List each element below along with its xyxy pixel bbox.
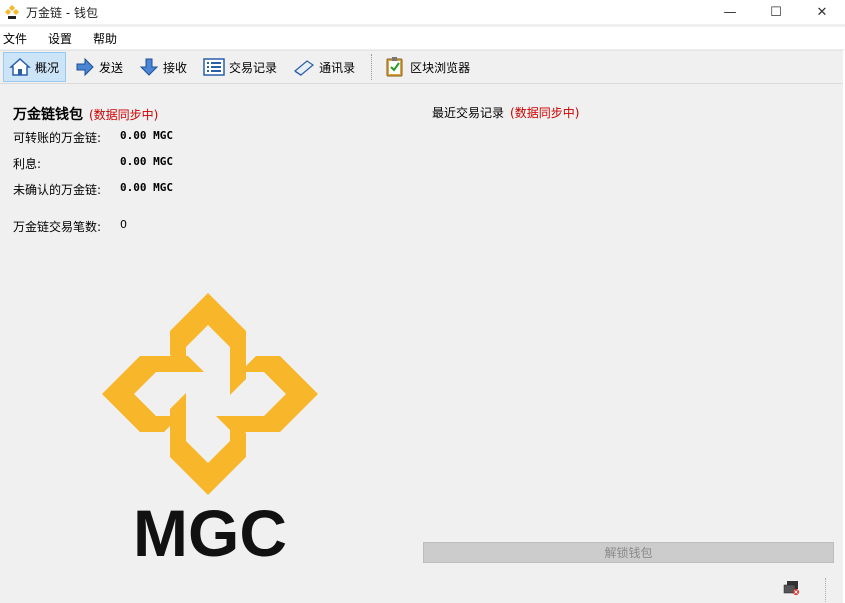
transferable-row: 可转账的万金链: 0.00 MGC bbox=[13, 129, 173, 146]
unconfirmed-row: 未确认的万金链: 0.00 MGC bbox=[13, 181, 173, 198]
tab-block-explorer[interactable]: 区块浏览器 bbox=[378, 52, 477, 82]
tab-address-book-label: 通讯录 bbox=[319, 60, 356, 75]
interest-label: 利息: bbox=[13, 157, 42, 171]
menu-settings[interactable]: 设置 bbox=[45, 30, 80, 47]
tx-count-label: 万金链交易笔数: bbox=[13, 220, 102, 234]
tab-overview-label: 概况 bbox=[35, 60, 60, 75]
unlock-wallet-button[interactable]: 解锁钱包 bbox=[423, 542, 834, 563]
minimize-icon: — bbox=[723, 4, 737, 20]
clipboard-icon bbox=[386, 57, 403, 77]
tab-overview[interactable]: 概况 bbox=[3, 52, 67, 82]
tab-block-explorer-label: 区块浏览器 bbox=[410, 60, 471, 75]
recent-sync-status: (数据同步中) bbox=[510, 106, 580, 120]
wallet-title: 万金链钱包 bbox=[13, 107, 83, 123]
wallet-overview-panel: 万金链钱包 (数据同步中) 可转账的万金链: 0.00 MGC 利息: 0.00… bbox=[13, 104, 413, 234]
recent-title: 最近交易记录 bbox=[432, 106, 505, 120]
list-icon bbox=[203, 58, 225, 76]
menu-bar: 文件 设置 帮助 bbox=[0, 27, 845, 49]
title-bar: 万金链 - 钱包 — ☐ ✕ bbox=[0, 0, 845, 24]
network-disconnected-icon[interactable] bbox=[783, 580, 801, 596]
tab-address-book[interactable]: 通讯录 bbox=[287, 52, 362, 82]
unconfirmed-value: 0.00 MGC bbox=[120, 181, 173, 194]
status-separator bbox=[825, 578, 826, 602]
home-icon bbox=[9, 57, 31, 76]
wallet-heading: 万金链钱包 (数据同步中) bbox=[13, 104, 413, 124]
interest-value: 0.00 MGC bbox=[120, 155, 173, 168]
maximize-button[interactable]: ☐ bbox=[753, 0, 799, 24]
tab-receive[interactable]: 接收 bbox=[133, 52, 194, 82]
mgc-emblem: MGC bbox=[102, 293, 318, 570]
tab-transactions[interactable]: 交易记录 bbox=[197, 52, 284, 82]
app-logo-icon bbox=[5, 5, 19, 19]
recent-heading: 最近交易记录 (数据同步中) bbox=[432, 104, 579, 121]
tab-transactions-label: 交易记录 bbox=[229, 60, 278, 75]
transferable-label: 可转账的万金链: bbox=[13, 131, 102, 145]
mgc-logo: MGC bbox=[100, 291, 322, 570]
toolbar: 概况 发送 接收 交易记录 通讯录 区块浏览器 bbox=[0, 50, 845, 84]
address-book-icon bbox=[294, 60, 315, 76]
arrow-right-icon bbox=[76, 57, 94, 77]
tab-send[interactable]: 发送 bbox=[69, 52, 130, 82]
tab-receive-label: 接收 bbox=[163, 60, 188, 75]
menu-file[interactable]: 文件 bbox=[0, 30, 35, 47]
arrow-down-icon bbox=[139, 58, 159, 76]
window-title: 万金链 - 钱包 bbox=[26, 5, 98, 20]
wallet-sync-status: (数据同步中) bbox=[89, 108, 159, 122]
recent-transactions-panel: 最近交易记录 (数据同步中) bbox=[432, 104, 579, 121]
tx-count-value: 0 bbox=[120, 218, 127, 231]
close-button[interactable]: ✕ bbox=[799, 0, 845, 24]
unconfirmed-label: 未确认的万金链: bbox=[13, 183, 102, 197]
maximize-icon: ☐ bbox=[770, 4, 782, 20]
tx-count-row: 万金链交易笔数: 0 bbox=[13, 218, 127, 235]
menu-help[interactable]: 帮助 bbox=[90, 30, 125, 47]
tab-send-label: 发送 bbox=[99, 60, 124, 75]
toolbar-separator bbox=[371, 54, 373, 80]
transferable-value: 0.00 MGC bbox=[120, 129, 173, 142]
status-bar bbox=[0, 572, 845, 603]
minimize-button[interactable]: — bbox=[707, 0, 753, 24]
close-icon: ✕ bbox=[816, 4, 828, 20]
interest-row: 利息: 0.00 MGC bbox=[13, 155, 173, 172]
logo-text: MGC bbox=[133, 496, 287, 561]
